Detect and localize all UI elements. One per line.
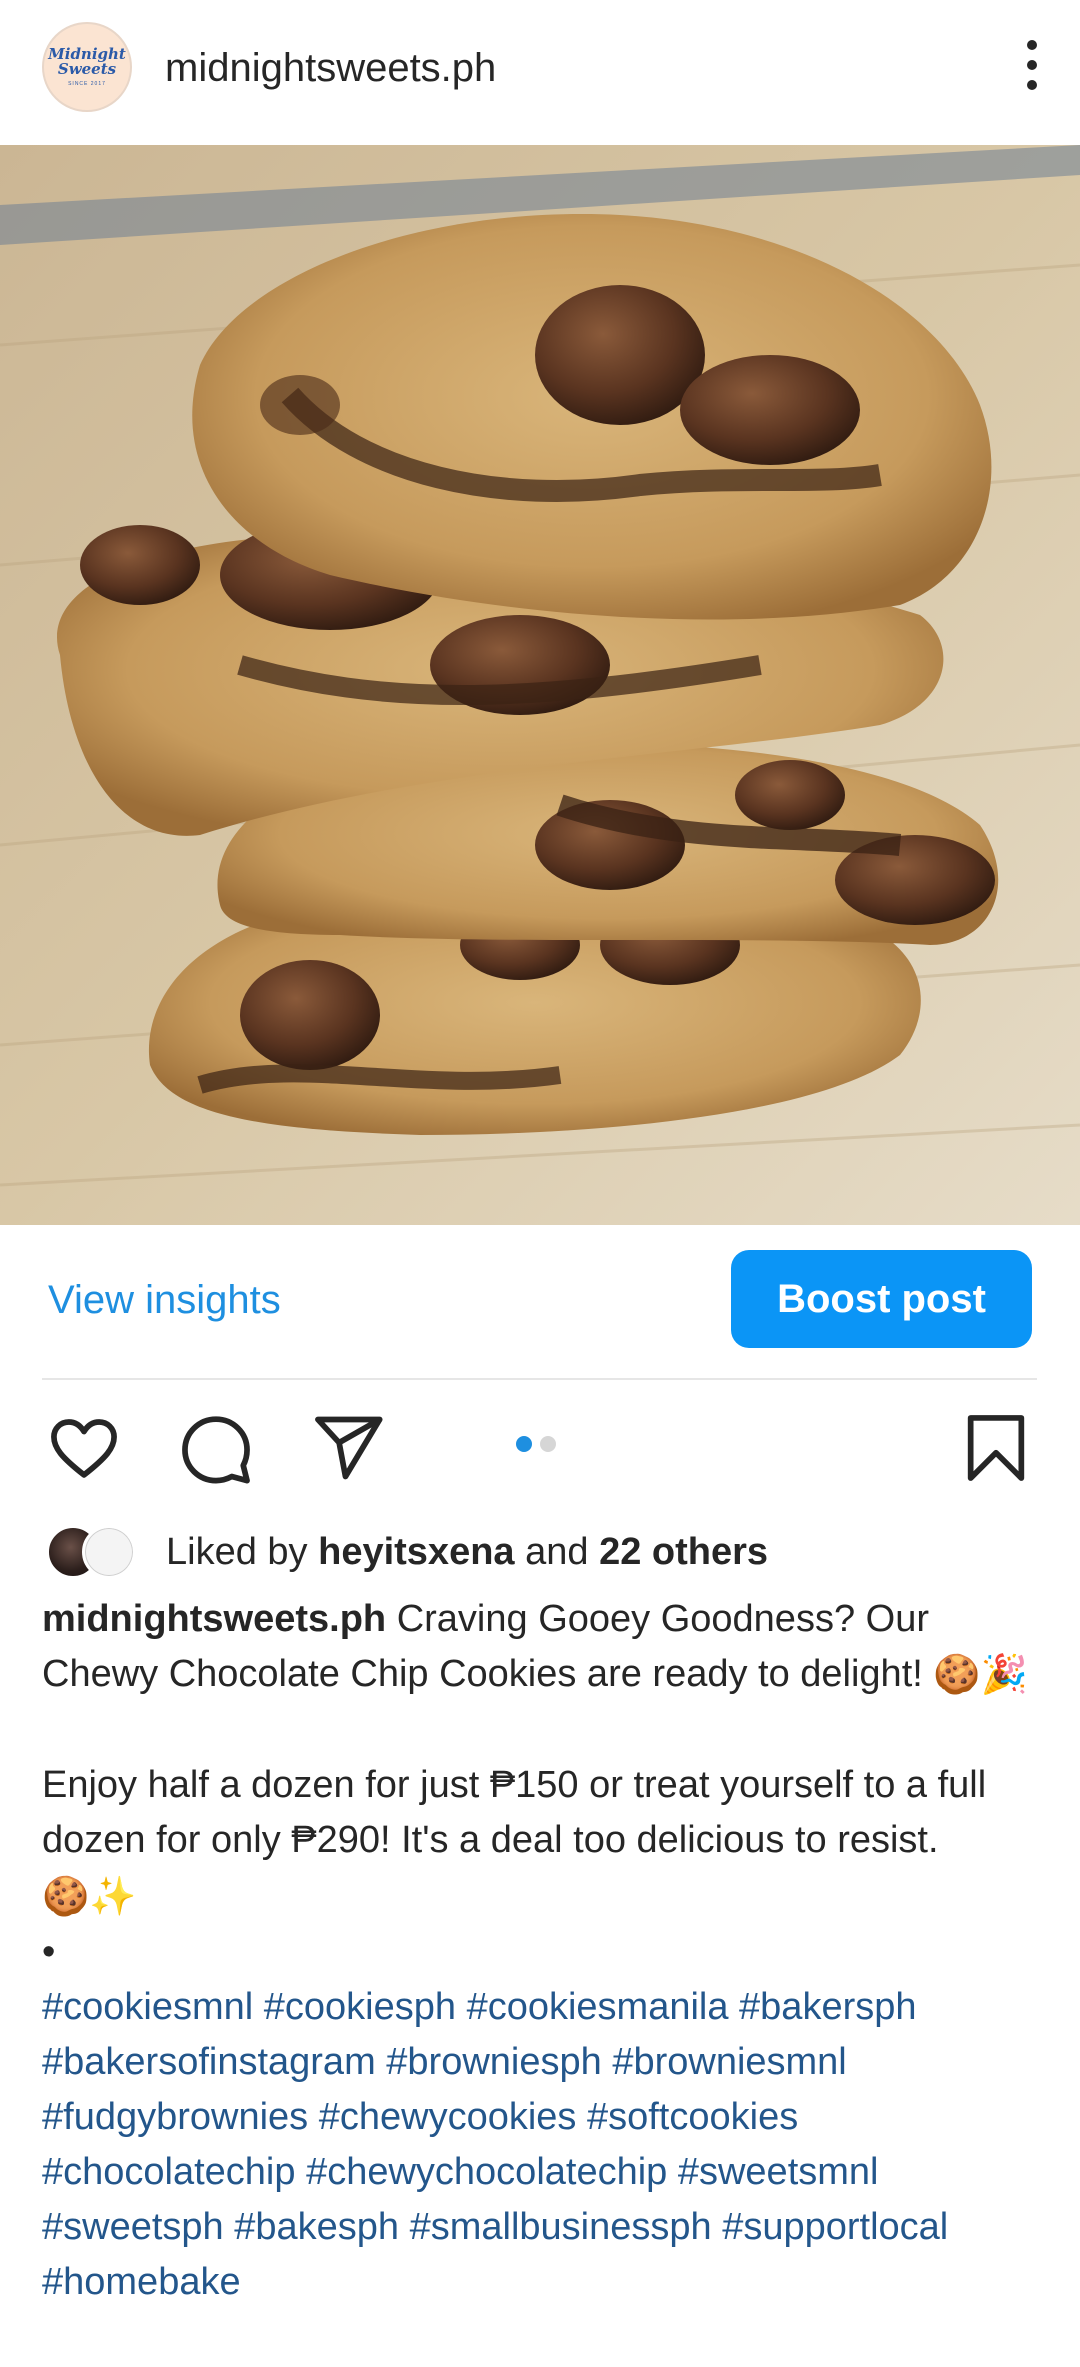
likes-others[interactable]: 22 others xyxy=(599,1531,768,1573)
caption-author[interactable]: midnightsweets.ph xyxy=(42,1598,386,1640)
likes-prefix: Liked by xyxy=(166,1530,308,1573)
caption-emoji: 🍪🎉 xyxy=(933,1654,1029,1697)
avatar-logo-sub: SINCE 2017 xyxy=(68,81,106,87)
more-options-icon[interactable] xyxy=(1022,40,1042,90)
caption-hashtags[interactable]: #cookiesmnl #cookiesph #cookiesmanila #b… xyxy=(42,1980,1042,2310)
boost-post-button[interactable]: Boost post xyxy=(731,1250,1032,1348)
avatar[interactable]: Midnight Sweets SINCE 2017 xyxy=(42,22,132,112)
carousel-dot-active xyxy=(516,1436,532,1452)
post-image[interactable] xyxy=(0,145,1080,1225)
paper-plane-icon[interactable] xyxy=(310,1410,386,1486)
likes-text: Liked by heyitsxena and 22 others xyxy=(166,1531,768,1574)
heart-icon[interactable] xyxy=(46,1410,122,1486)
likes-row[interactable]: Liked by heyitsxena and 22 others xyxy=(46,1520,768,1584)
caption-emoji: 🍪✨ xyxy=(42,1875,137,1918)
avatar-logo: Midnight Sweets xyxy=(48,47,126,77)
liker-username[interactable]: heyitsxena xyxy=(318,1531,514,1573)
carousel-indicator xyxy=(516,1436,556,1452)
post-header: Midnight Sweets SINCE 2017 midnightsweet… xyxy=(0,0,1080,145)
bookmark-icon[interactable] xyxy=(958,1410,1034,1486)
carousel-dot xyxy=(540,1436,556,1452)
caption-bullet: • xyxy=(42,1930,56,1973)
divider xyxy=(42,1378,1037,1380)
comment-icon[interactable] xyxy=(178,1410,254,1486)
post-caption: midnightsweets.ph Craving Gooey Goodness… xyxy=(42,1592,1042,2310)
caption-paragraph-1: midnightsweets.ph Craving Gooey Goodness… xyxy=(42,1592,1042,1703)
cookie-photo xyxy=(0,145,1080,1225)
view-insights-link[interactable]: View insights xyxy=(48,1278,281,1323)
post-username[interactable]: midnightsweets.ph xyxy=(165,46,496,91)
caption-paragraph-2: Enjoy half a dozen for just ₱150 or trea… xyxy=(42,1758,1042,1924)
caption-gap xyxy=(42,1703,1042,1758)
avatar-logo-line2: Sweets xyxy=(57,60,117,78)
liker-avatar xyxy=(82,1525,136,1579)
likes-and: and xyxy=(525,1530,589,1573)
caption-line2: Enjoy half a dozen for just ₱150 or trea… xyxy=(42,1764,987,1862)
